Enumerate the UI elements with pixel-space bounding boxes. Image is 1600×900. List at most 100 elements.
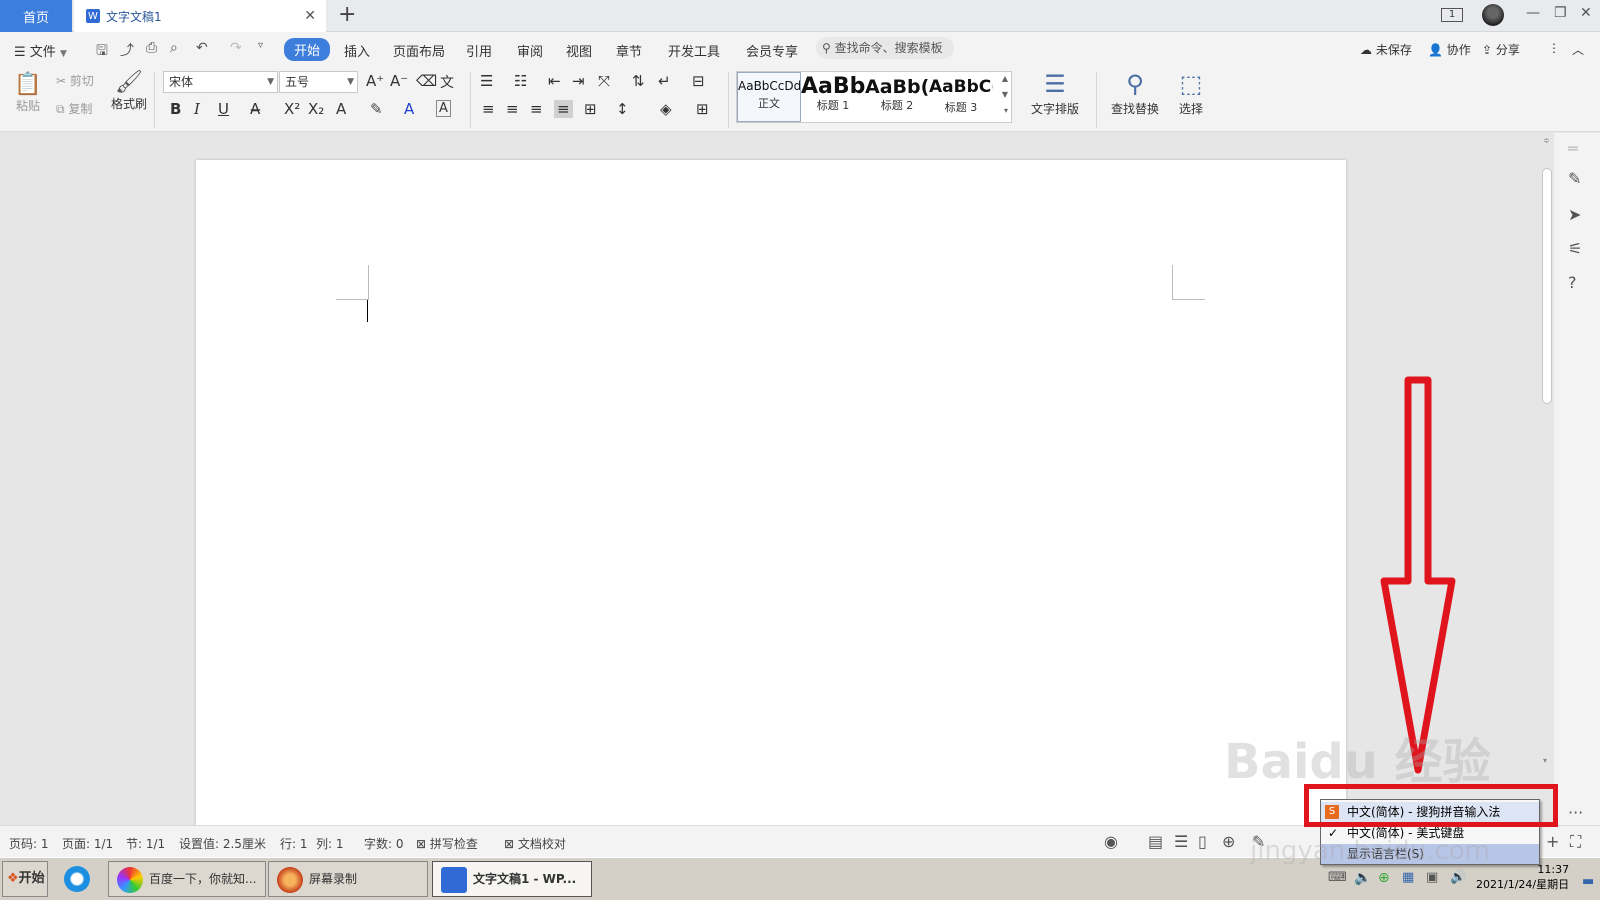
scrollbar-thumb[interactable] <box>1542 168 1552 404</box>
sort-icon[interactable]: ⇅ <box>632 72 645 90</box>
chinese-layout-icon[interactable]: ⤧ <box>598 72 610 90</box>
customize-quick-access-icon[interactable]: ▿ <box>258 40 263 51</box>
align-left-icon[interactable]: ≡ <box>482 100 495 118</box>
select-button[interactable]: ⬚ 选择 <box>1170 70 1212 117</box>
help-icon[interactable]: ? <box>1568 273 1577 292</box>
distribute-icon[interactable]: ⊞ <box>584 100 597 118</box>
phonetic-icon[interactable]: 文 <box>440 72 454 92</box>
borders-icon[interactable]: ⊞ <box>696 100 709 118</box>
scroll-up-icon[interactable]: ▲ <box>1002 74 1008 83</box>
subscript-icon[interactable]: X₂ <box>308 100 324 118</box>
align-right-icon[interactable]: ≡ <box>530 100 543 118</box>
close-window-icon[interactable]: ✕ <box>1580 5 1592 21</box>
adjust-icon[interactable]: ⚟ <box>1568 239 1582 258</box>
show-marks-icon[interactable]: ↵ <box>658 72 671 90</box>
font-color-icon[interactable]: A <box>404 100 414 118</box>
device-icon[interactable]: ▣ <box>1426 870 1438 885</box>
document-page[interactable] <box>196 160 1346 825</box>
volume-icon[interactable]: 🔈 <box>1354 870 1371 886</box>
vertical-scrollbar[interactable]: ≑ ▾ <box>1540 136 1554 826</box>
font-size-select[interactable]: 五号 ▼ <box>279 71 358 93</box>
eye-protection-icon[interactable]: ◉ <box>1104 832 1118 851</box>
web-view-icon[interactable]: ⊕ <box>1222 832 1235 851</box>
menu-tab-view[interactable]: 视图 <box>566 41 592 60</box>
network-icon[interactable]: ▦ <box>1402 870 1414 885</box>
ie-quicklaunch[interactable] <box>56 861 106 897</box>
scroll-up-icon[interactable]: ≑ <box>1543 136 1550 145</box>
underline-icon[interactable]: U <box>218 100 229 118</box>
table-insert-icon[interactable]: ⊟ <box>692 72 705 90</box>
show-desktop-icon[interactable]: ▬ <box>1582 874 1594 889</box>
scroll-down-icon[interactable]: ▼ <box>1002 90 1008 99</box>
menu-tab-developer[interactable]: 开发工具 <box>668 41 720 60</box>
grow-font-icon[interactable]: A⁺ <box>366 72 384 90</box>
page-view-icon[interactable]: ▤ <box>1148 832 1163 851</box>
justify-icon[interactable]: ≡ <box>554 100 573 118</box>
close-tab-icon[interactable]: ✕ <box>304 8 316 24</box>
style-normal[interactable]: AaBbCcDd 正文 <box>737 72 801 122</box>
pointer-icon[interactable]: ➤ <box>1568 205 1581 224</box>
increase-indent-icon[interactable]: ⇥ <box>572 72 585 90</box>
doc-proof-button[interactable]: ⊠ 文档校对 <box>504 835 566 852</box>
undo-icon[interactable]: ↶ <box>196 40 208 56</box>
collapse-ribbon-icon[interactable]: ︿ <box>1572 41 1584 58</box>
style-heading-3[interactable]: AaBbC( 标题 3 <box>929 72 993 122</box>
redo-icon[interactable]: ↷ <box>230 40 242 56</box>
taskbar-recorder[interactable]: 屏幕录制 <box>268 861 428 897</box>
reading-view-icon[interactable]: ▯ <box>1198 832 1207 851</box>
unsaved-button[interactable]: ☁ 未保存 <box>1360 41 1412 58</box>
restore-icon[interactable]: ❐ <box>1554 5 1567 21</box>
collab-button[interactable]: 👤 协作 <box>1428 41 1471 58</box>
user-avatar[interactable] <box>1482 4 1504 26</box>
file-menu[interactable]: ☰ 文件 ▼ <box>14 41 67 60</box>
clear-format-icon[interactable]: ⌫ <box>416 72 437 90</box>
print-icon[interactable]: ⎙ <box>146 40 157 56</box>
superscript-icon[interactable]: X² <box>284 100 300 118</box>
scroll-down-icon[interactable]: ▾ <box>1543 756 1547 765</box>
spell-check-button[interactable]: ⊠ 拼写检查 <box>416 835 478 852</box>
window-count-icon[interactable]: 1 <box>1441 8 1463 22</box>
font-name-select[interactable]: 宋体 ▼ <box>163 71 278 93</box>
print-preview-icon[interactable]: ⌕ <box>170 40 178 56</box>
security-icon[interactable]: ⊕ <box>1378 870 1390 886</box>
menu-tab-review[interactable]: 审阅 <box>517 41 543 60</box>
menu-tab-references[interactable]: 引用 <box>466 41 492 60</box>
strikethrough-icon[interactable]: A̶ <box>250 100 260 118</box>
bold-icon[interactable]: B <box>170 100 181 118</box>
format-painter-button[interactable]: 🖌 格式刷 <box>110 70 148 112</box>
align-center-icon[interactable]: ≡ <box>506 100 519 118</box>
taskbar-baidu[interactable]: 百度一下，你就知... <box>108 861 266 897</box>
more-options-icon[interactable]: ⋮ <box>1548 41 1560 55</box>
more-icon[interactable]: ··· <box>1568 803 1583 822</box>
style-heading-2[interactable]: AaBb( 标题 2 <box>865 72 929 122</box>
tab-home[interactable]: 首页 <box>0 0 72 32</box>
status-word-count[interactable]: 字数: 0 <box>364 835 404 852</box>
save-icon[interactable]: 🖫 <box>96 40 108 64</box>
char-border-icon[interactable]: A <box>436 100 451 117</box>
tab-document[interactable]: W 文字文稿1 ✕ <box>74 0 326 32</box>
menu-tab-page-layout[interactable]: 页面布局 <box>393 41 445 60</box>
share-button[interactable]: ⇪ 分享 <box>1482 41 1520 58</box>
pen-icon[interactable]: ✎ <box>1568 169 1581 188</box>
shading-icon[interactable]: ◈ <box>660 100 672 118</box>
minimize-icon[interactable]: — <box>1526 5 1540 21</box>
copy-button[interactable]: ⧉ 复制 <box>56 100 92 117</box>
italic-icon[interactable]: I <box>194 100 200 118</box>
bullet-list-icon[interactable]: ☰ <box>480 72 493 90</box>
fullscreen-icon[interactable]: ⛶ <box>1570 832 1581 852</box>
clock[interactable]: 11:37 2021/1/24/星期日 <box>1476 862 1569 892</box>
start-button[interactable]: ❖开始 <box>2 861 48 897</box>
new-tab-button[interactable]: + <box>338 4 356 26</box>
highlight-icon[interactable]: ✎ <box>370 100 383 118</box>
outline-view-icon[interactable]: ☰ <box>1174 832 1188 851</box>
sound-icon[interactable]: 🔊 <box>1450 870 1466 885</box>
shrink-font-icon[interactable]: A⁻ <box>390 72 408 90</box>
decrease-indent-icon[interactable]: ⇤ <box>548 72 561 90</box>
paste-button[interactable]: 📋 粘贴 <box>14 72 42 114</box>
text-effect-icon[interactable]: A <box>336 100 346 118</box>
style-heading-1[interactable]: AaBb 标题 1 <box>801 72 865 122</box>
export-icon[interactable]: ⤴ <box>120 40 134 60</box>
numbered-list-icon[interactable]: ☷ <box>514 72 527 90</box>
line-spacing-icon[interactable]: ↕ <box>616 100 629 118</box>
cut-button[interactable]: ✂ 剪切 <box>56 72 94 89</box>
